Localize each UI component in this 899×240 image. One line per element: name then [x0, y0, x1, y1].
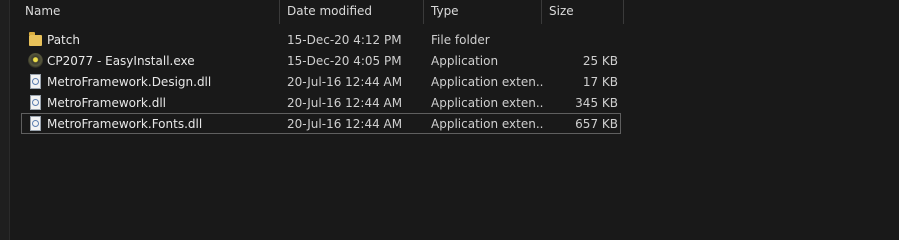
file-row-easyinstall[interactable]: CP2077 - EasyInstall.exe 15-Dec-20 4:05 …: [21, 50, 621, 71]
column-header-size[interactable]: Size: [542, 0, 624, 24]
file-date-modified: 15-Dec-20 4:05 PM: [287, 54, 402, 68]
file-name: MetroFramework.Design.dll: [47, 75, 212, 89]
app-icon: [28, 53, 44, 69]
dll-icon: [28, 95, 44, 111]
file-explorer-details-view: ^ Name Date modified Type Size Patch 15-…: [0, 0, 899, 240]
file-type: File folder: [431, 33, 490, 47]
folder-icon: [28, 32, 44, 48]
column-header-date-modified[interactable]: Date modified: [280, 0, 424, 24]
dll-icon: [28, 74, 44, 90]
column-header-name[interactable]: Name: [18, 0, 280, 24]
file-size: 345 KB: [575, 96, 618, 110]
dll-icon: [28, 116, 44, 132]
file-date-modified: 15-Dec-20 4:12 PM: [287, 33, 402, 47]
column-header-type[interactable]: Type: [424, 0, 542, 24]
file-name: CP2077 - EasyInstall.exe: [47, 54, 195, 68]
file-size: 17 KB: [582, 75, 618, 89]
file-name: Patch: [47, 33, 80, 47]
file-row-metroframework-design[interactable]: MetroFramework.Design.dll 20-Jul-16 12:4…: [21, 71, 621, 92]
file-type: Application exten...: [431, 117, 543, 131]
file-name: MetroFramework.dll: [47, 96, 166, 110]
column-header-bar: ^ Name Date modified Type Size: [18, 0, 624, 24]
file-row-patch[interactable]: Patch 15-Dec-20 4:12 PM File folder: [21, 29, 621, 50]
file-date-modified: 20-Jul-16 12:44 AM: [287, 117, 403, 131]
file-name: MetroFramework.Fonts.dll: [47, 117, 203, 131]
file-size: 25 KB: [582, 54, 618, 68]
file-size: 657 KB: [575, 117, 618, 131]
file-type: Application: [431, 54, 499, 68]
file-list: Patch 15-Dec-20 4:12 PM File folder CP20…: [21, 29, 621, 134]
file-row-metroframework[interactable]: MetroFramework.dll 20-Jul-16 12:44 AM Ap…: [21, 92, 621, 113]
file-type: Application exten...: [431, 75, 543, 89]
file-date-modified: 20-Jul-16 12:44 AM: [287, 75, 403, 89]
file-row-metroframework-fonts[interactable]: MetroFramework.Fonts.dll 20-Jul-16 12:44…: [21, 113, 621, 134]
file-date-modified: 20-Jul-16 12:44 AM: [287, 96, 403, 110]
file-type: Application exten...: [431, 96, 543, 110]
navigation-pane-edge[interactable]: [0, 0, 10, 240]
